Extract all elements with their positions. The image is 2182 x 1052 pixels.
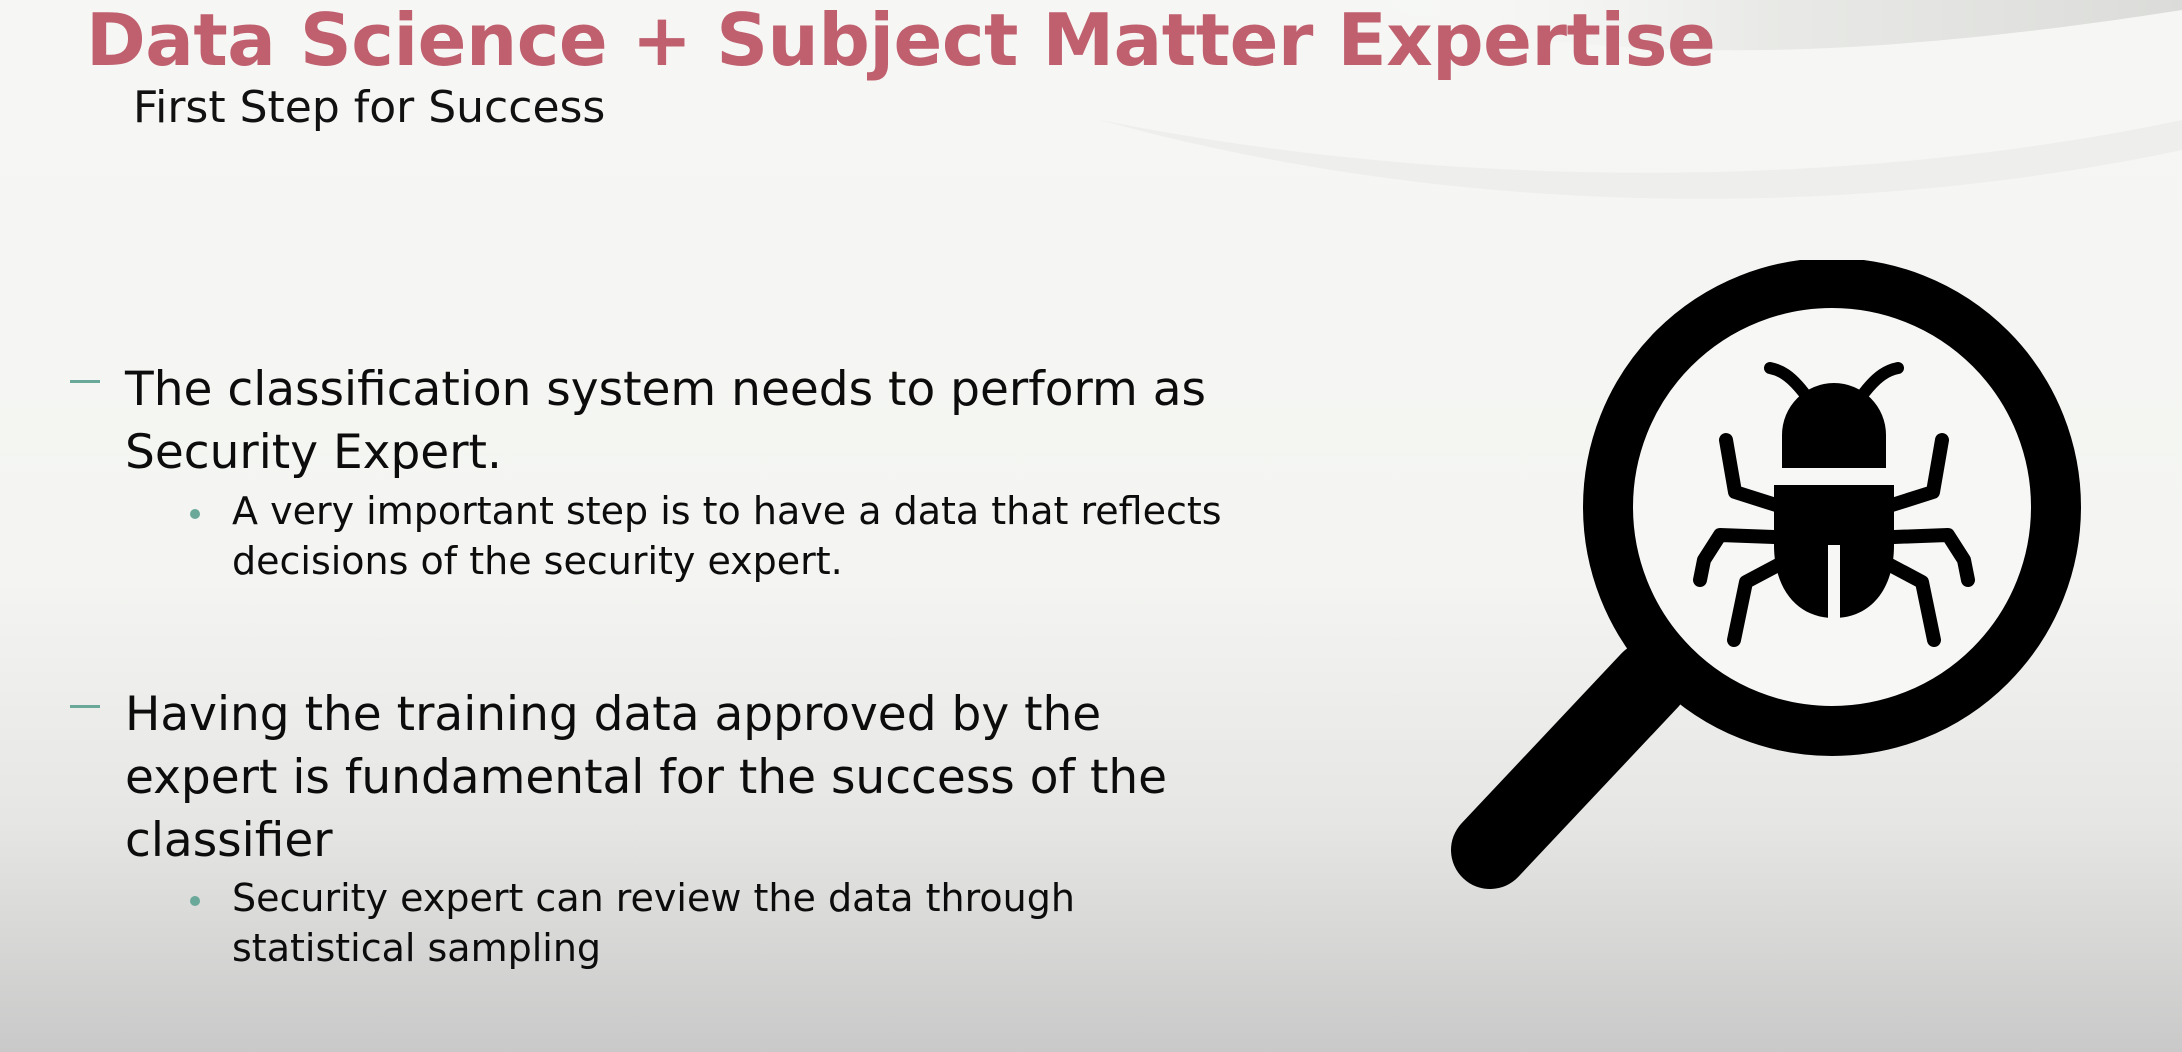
dot-marker — [190, 896, 200, 906]
dot-marker — [190, 509, 200, 519]
magnifier-bug-icon — [1420, 258, 2110, 930]
slide-title: Data Science + Subject Matter Expertise — [86, 0, 1716, 82]
bullet-text: Having the training data approved by the… — [125, 687, 1168, 868]
slide-subtitle: First Step for Success — [133, 82, 606, 133]
dash-marker — [70, 705, 100, 708]
sub-bullet-text: A very important step is to have a data … — [232, 489, 1222, 583]
sub-bullet-text: Security expert can review the data thro… — [232, 876, 1075, 970]
slide: Data Science + Subject Matter Expertise … — [0, 0, 2182, 1052]
dash-marker — [70, 380, 100, 383]
bullet-text: The classification system needs to perfo… — [125, 362, 1207, 480]
